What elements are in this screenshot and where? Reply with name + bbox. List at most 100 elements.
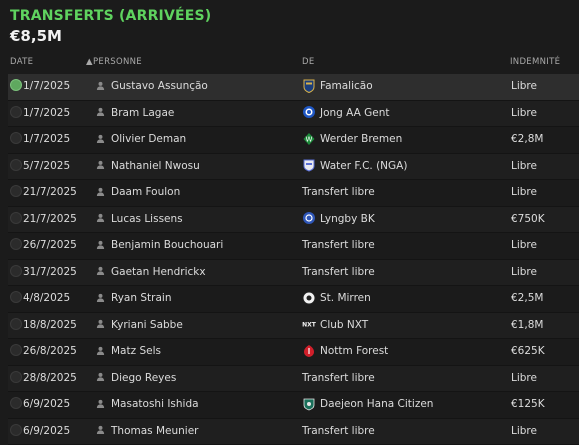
row-status-indicator[interactable] bbox=[10, 180, 22, 206]
table-row[interactable]: 5/7/2025Nathaniel NwosuWater F.C. (NGA)L… bbox=[8, 154, 579, 181]
from-club[interactable]: Famalicão bbox=[302, 74, 373, 100]
column-headers: DATE ▲ PERSONNE DE INDEMNITÉ bbox=[0, 56, 579, 70]
transfers-table: 1/7/2025Gustavo AssunçãoFamalicãoLibre1/… bbox=[8, 74, 579, 445]
player-name-link[interactable]: Matz Sels bbox=[111, 339, 161, 365]
from-club[interactable]: Jong AA Gent bbox=[302, 101, 390, 127]
transfer-fee: Libre bbox=[511, 154, 537, 180]
row-status-indicator[interactable] bbox=[10, 127, 22, 153]
table-row[interactable]: 6/9/2025Masatoshi IshidaDaejeon Hana Cit… bbox=[8, 392, 579, 419]
row-status-indicator[interactable] bbox=[10, 233, 22, 259]
werder-badge-icon: W bbox=[302, 131, 316, 145]
water-fc-badge-icon bbox=[302, 157, 316, 171]
transfer-fee: Libre bbox=[511, 419, 537, 445]
from-club[interactable]: NXTClub NXT bbox=[302, 313, 368, 339]
from-club[interactable]: Transfert libre bbox=[302, 260, 375, 286]
panel-title: TRANSFERTS (ARRIVÉES) bbox=[10, 8, 211, 24]
from-club-name: Transfert libre bbox=[302, 425, 375, 437]
player-name-link[interactable]: Nathaniel Nwosu bbox=[111, 154, 200, 180]
row-status-indicator[interactable] bbox=[10, 207, 22, 233]
row-status-indicator[interactable] bbox=[10, 101, 22, 127]
table-row[interactable]: 21/7/2025Daam FoulonTransfert libreLibre bbox=[8, 180, 579, 207]
from-club[interactable]: Nottm Forest bbox=[302, 339, 388, 365]
player-name-link[interactable]: Masatoshi Ishida bbox=[111, 392, 199, 418]
row-status-indicator[interactable] bbox=[10, 286, 22, 312]
row-status-indicator[interactable] bbox=[10, 313, 22, 339]
col-person[interactable]: PERSONNE bbox=[93, 57, 142, 67]
table-row[interactable]: 1/7/2025Bram LagaeJong AA GentLibre bbox=[8, 101, 579, 128]
table-row[interactable]: 4/8/2025Ryan StrainSt. Mirren€2,5M bbox=[8, 286, 579, 313]
col-fee[interactable]: INDEMNITÉ bbox=[510, 57, 560, 67]
famalicao-badge-icon bbox=[302, 78, 316, 92]
row-status-indicator[interactable] bbox=[10, 419, 22, 445]
status-dot-icon bbox=[10, 132, 22, 144]
table-row[interactable]: 6/9/2025Thomas MeunierTransfert libreLib… bbox=[8, 419, 579, 445]
table-row[interactable]: 26/8/2025 Matz Sels Nottm Forest €625K bbox=[8, 339, 579, 366]
row-status-indicator[interactable] bbox=[10, 74, 22, 100]
row-status-indicator[interactable] bbox=[10, 339, 22, 365]
transfer-fee: €125K bbox=[511, 392, 545, 418]
table-row[interactable]: 26/7/2025 Benjamin Bouchouari Transfert li… bbox=[8, 233, 579, 260]
table-row[interactable]: 31/7/2025Gaetan HendrickxTransfert libre… bbox=[8, 260, 579, 287]
status-dot-icon bbox=[10, 424, 22, 436]
transfer-date: 21/7/2025 bbox=[23, 207, 77, 233]
row-status-indicator[interactable] bbox=[10, 260, 22, 286]
transfer-date: 1/7/2025 bbox=[23, 127, 70, 153]
from-club-name: Lyngby BK bbox=[320, 213, 375, 225]
status-dot-icon bbox=[10, 106, 22, 118]
from-club[interactable]: Transfert libre bbox=[302, 419, 375, 445]
transfer-date: 1/7/2025 bbox=[23, 74, 70, 100]
from-club-name: Jong AA Gent bbox=[320, 107, 390, 119]
person-icon bbox=[96, 180, 105, 206]
player-name-link[interactable]: Benjamin Bouchouari bbox=[111, 233, 223, 259]
table-row[interactable]: 21/7/2025 Lucas Lissens Lyngby BK €750K bbox=[8, 207, 579, 234]
player-name-link[interactable]: Gustavo Assunção bbox=[111, 74, 208, 100]
player-name-link[interactable]: Gaetan Hendrickx bbox=[111, 260, 206, 286]
col-from[interactable]: DE bbox=[302, 57, 315, 67]
transfer-date: 26/7/2025 bbox=[23, 233, 77, 259]
transfer-date: 26/8/2025 bbox=[23, 339, 77, 365]
row-status-indicator[interactable] bbox=[10, 366, 22, 392]
player-name-link[interactable]: Bram Lagae bbox=[111, 101, 174, 127]
daejeon-badge-icon bbox=[302, 396, 316, 410]
from-club[interactable]: St. Mirren bbox=[302, 286, 371, 312]
col-date[interactable]: DATE bbox=[10, 57, 33, 67]
transfer-fee: €2,8M bbox=[511, 127, 543, 153]
table-row[interactable]: 1/7/2025Gustavo AssunçãoFamalicãoLibre bbox=[8, 74, 579, 101]
svg-text:NXT: NXT bbox=[302, 322, 316, 329]
person-icon bbox=[96, 339, 105, 365]
from-club[interactable]: WWerder Bremen bbox=[302, 127, 402, 153]
player-name-link[interactable]: Daam Foulon bbox=[111, 180, 180, 206]
transfer-fee: €1,8M bbox=[511, 313, 543, 339]
player-name-link[interactable]: Kyriani Sabbe bbox=[111, 313, 183, 339]
player-name-link[interactable]: Thomas Meunier bbox=[111, 419, 199, 445]
player-name-link[interactable]: Lucas Lissens bbox=[111, 207, 183, 233]
transfer-date: 4/8/2025 bbox=[23, 286, 70, 312]
total-amount: €8,5M bbox=[10, 27, 211, 45]
transfer-fee: €625K bbox=[511, 339, 545, 365]
club-nxt-badge-icon: NXT bbox=[302, 316, 316, 330]
from-club[interactable]: Daejeon Hana Citizen bbox=[302, 392, 433, 418]
from-club[interactable]: Transfert libre bbox=[302, 366, 375, 392]
person-icon bbox=[96, 207, 105, 233]
row-status-indicator[interactable] bbox=[10, 154, 22, 180]
status-dot-icon bbox=[10, 185, 22, 197]
status-dot-icon bbox=[10, 291, 22, 303]
player-name-link[interactable]: Diego Reyes bbox=[111, 366, 176, 392]
from-club-name: Transfert libre bbox=[302, 372, 375, 384]
from-club[interactable]: Lyngby BK bbox=[302, 207, 375, 233]
row-status-indicator[interactable] bbox=[10, 392, 22, 418]
from-club-name: Transfert libre bbox=[302, 186, 375, 198]
person-icon bbox=[96, 74, 105, 100]
table-row[interactable]: 28/8/2025Diego ReyesTransfert libreLibre bbox=[8, 366, 579, 393]
from-club[interactable]: Transfert libre bbox=[302, 233, 375, 259]
status-dot-icon bbox=[10, 371, 22, 383]
transfer-fee: €750K bbox=[511, 207, 545, 233]
person-icon bbox=[96, 419, 105, 445]
from-club[interactable]: Transfert libre bbox=[302, 180, 375, 206]
st-mirren-badge-icon bbox=[302, 290, 316, 304]
player-name-link[interactable]: Olivier Deman bbox=[111, 127, 186, 153]
from-club[interactable]: Water F.C. (NGA) bbox=[302, 154, 407, 180]
table-row[interactable]: 18/8/2025Kyriani SabbeNXTClub NXT€1,8M bbox=[8, 313, 579, 340]
table-row[interactable]: 1/7/2025 Olivier Deman WWerder Bremen €2,8M bbox=[8, 127, 579, 154]
player-name-link[interactable]: Ryan Strain bbox=[111, 286, 171, 312]
